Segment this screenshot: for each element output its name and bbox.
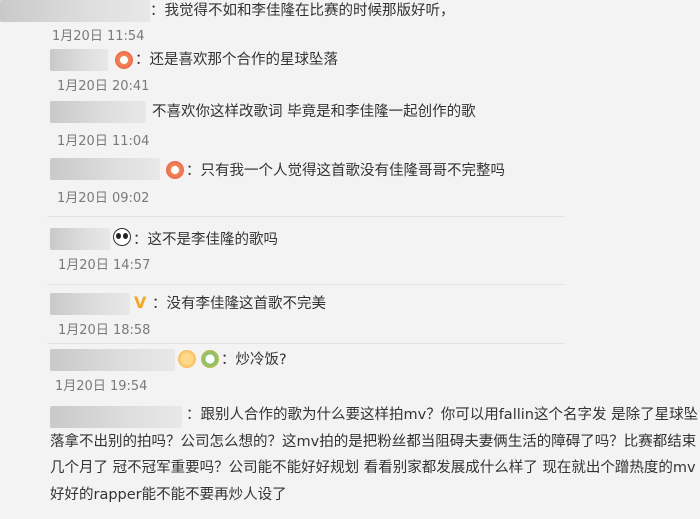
comment-text: ：炒冷饭?: [221, 352, 287, 368]
username-redacted[interactable]: [50, 293, 130, 315]
crown-badge-icon: [178, 350, 196, 368]
comment-text: 不喜欢你这样改歌词 毕竟是和李佳隆一起创作的歌: [152, 104, 476, 120]
divider: [47, 284, 565, 285]
username-redacted[interactable]: [50, 101, 146, 123]
comment-time: 1月20日 14:57: [58, 258, 151, 273]
username-redacted[interactable]: [0, 0, 150, 22]
username-redacted[interactable]: [50, 349, 175, 371]
username-redacted[interactable]: [50, 49, 108, 71]
comment-text: ：我觉得不如和李佳隆在比赛的时候那版好听，: [150, 3, 455, 19]
comment-text: ：这不是李佳隆的歌吗: [133, 232, 278, 248]
username-redacted[interactable]: [50, 228, 110, 250]
avatar-badge-icon: [166, 161, 184, 179]
comment-time: 1月20日 18:58: [58, 323, 151, 338]
divider: [47, 343, 565, 344]
comment-time: 1月20日 20:41: [57, 79, 150, 94]
divider: [47, 216, 565, 217]
comment-text: ：跟别人合作的歌为什么要这样拍mv？你可以用fallin这个名字发 是除了星球坠…: [50, 407, 699, 503]
comment-time: 1月20日 19:54: [55, 379, 148, 394]
avatar-badge-icon: [201, 350, 219, 368]
comment-text: ：还是喜欢那个合作的星球坠落: [135, 52, 338, 68]
avatar-badge-icon: [115, 51, 133, 69]
comment-time: 1月20日 11:54: [52, 29, 145, 44]
username-redacted[interactable]: [50, 158, 160, 180]
comment-time: 1月20日 09:02: [57, 191, 150, 206]
verified-v-icon: V: [134, 293, 147, 312]
comment-text: ：没有李佳隆这首歌不完美: [152, 296, 326, 312]
panda-icon: [113, 228, 131, 246]
comment-time: 1月20日 11:04: [57, 134, 150, 149]
comment-text: ：只有我一个人觉得这首歌没有佳隆哥哥不完整吗: [186, 163, 505, 179]
